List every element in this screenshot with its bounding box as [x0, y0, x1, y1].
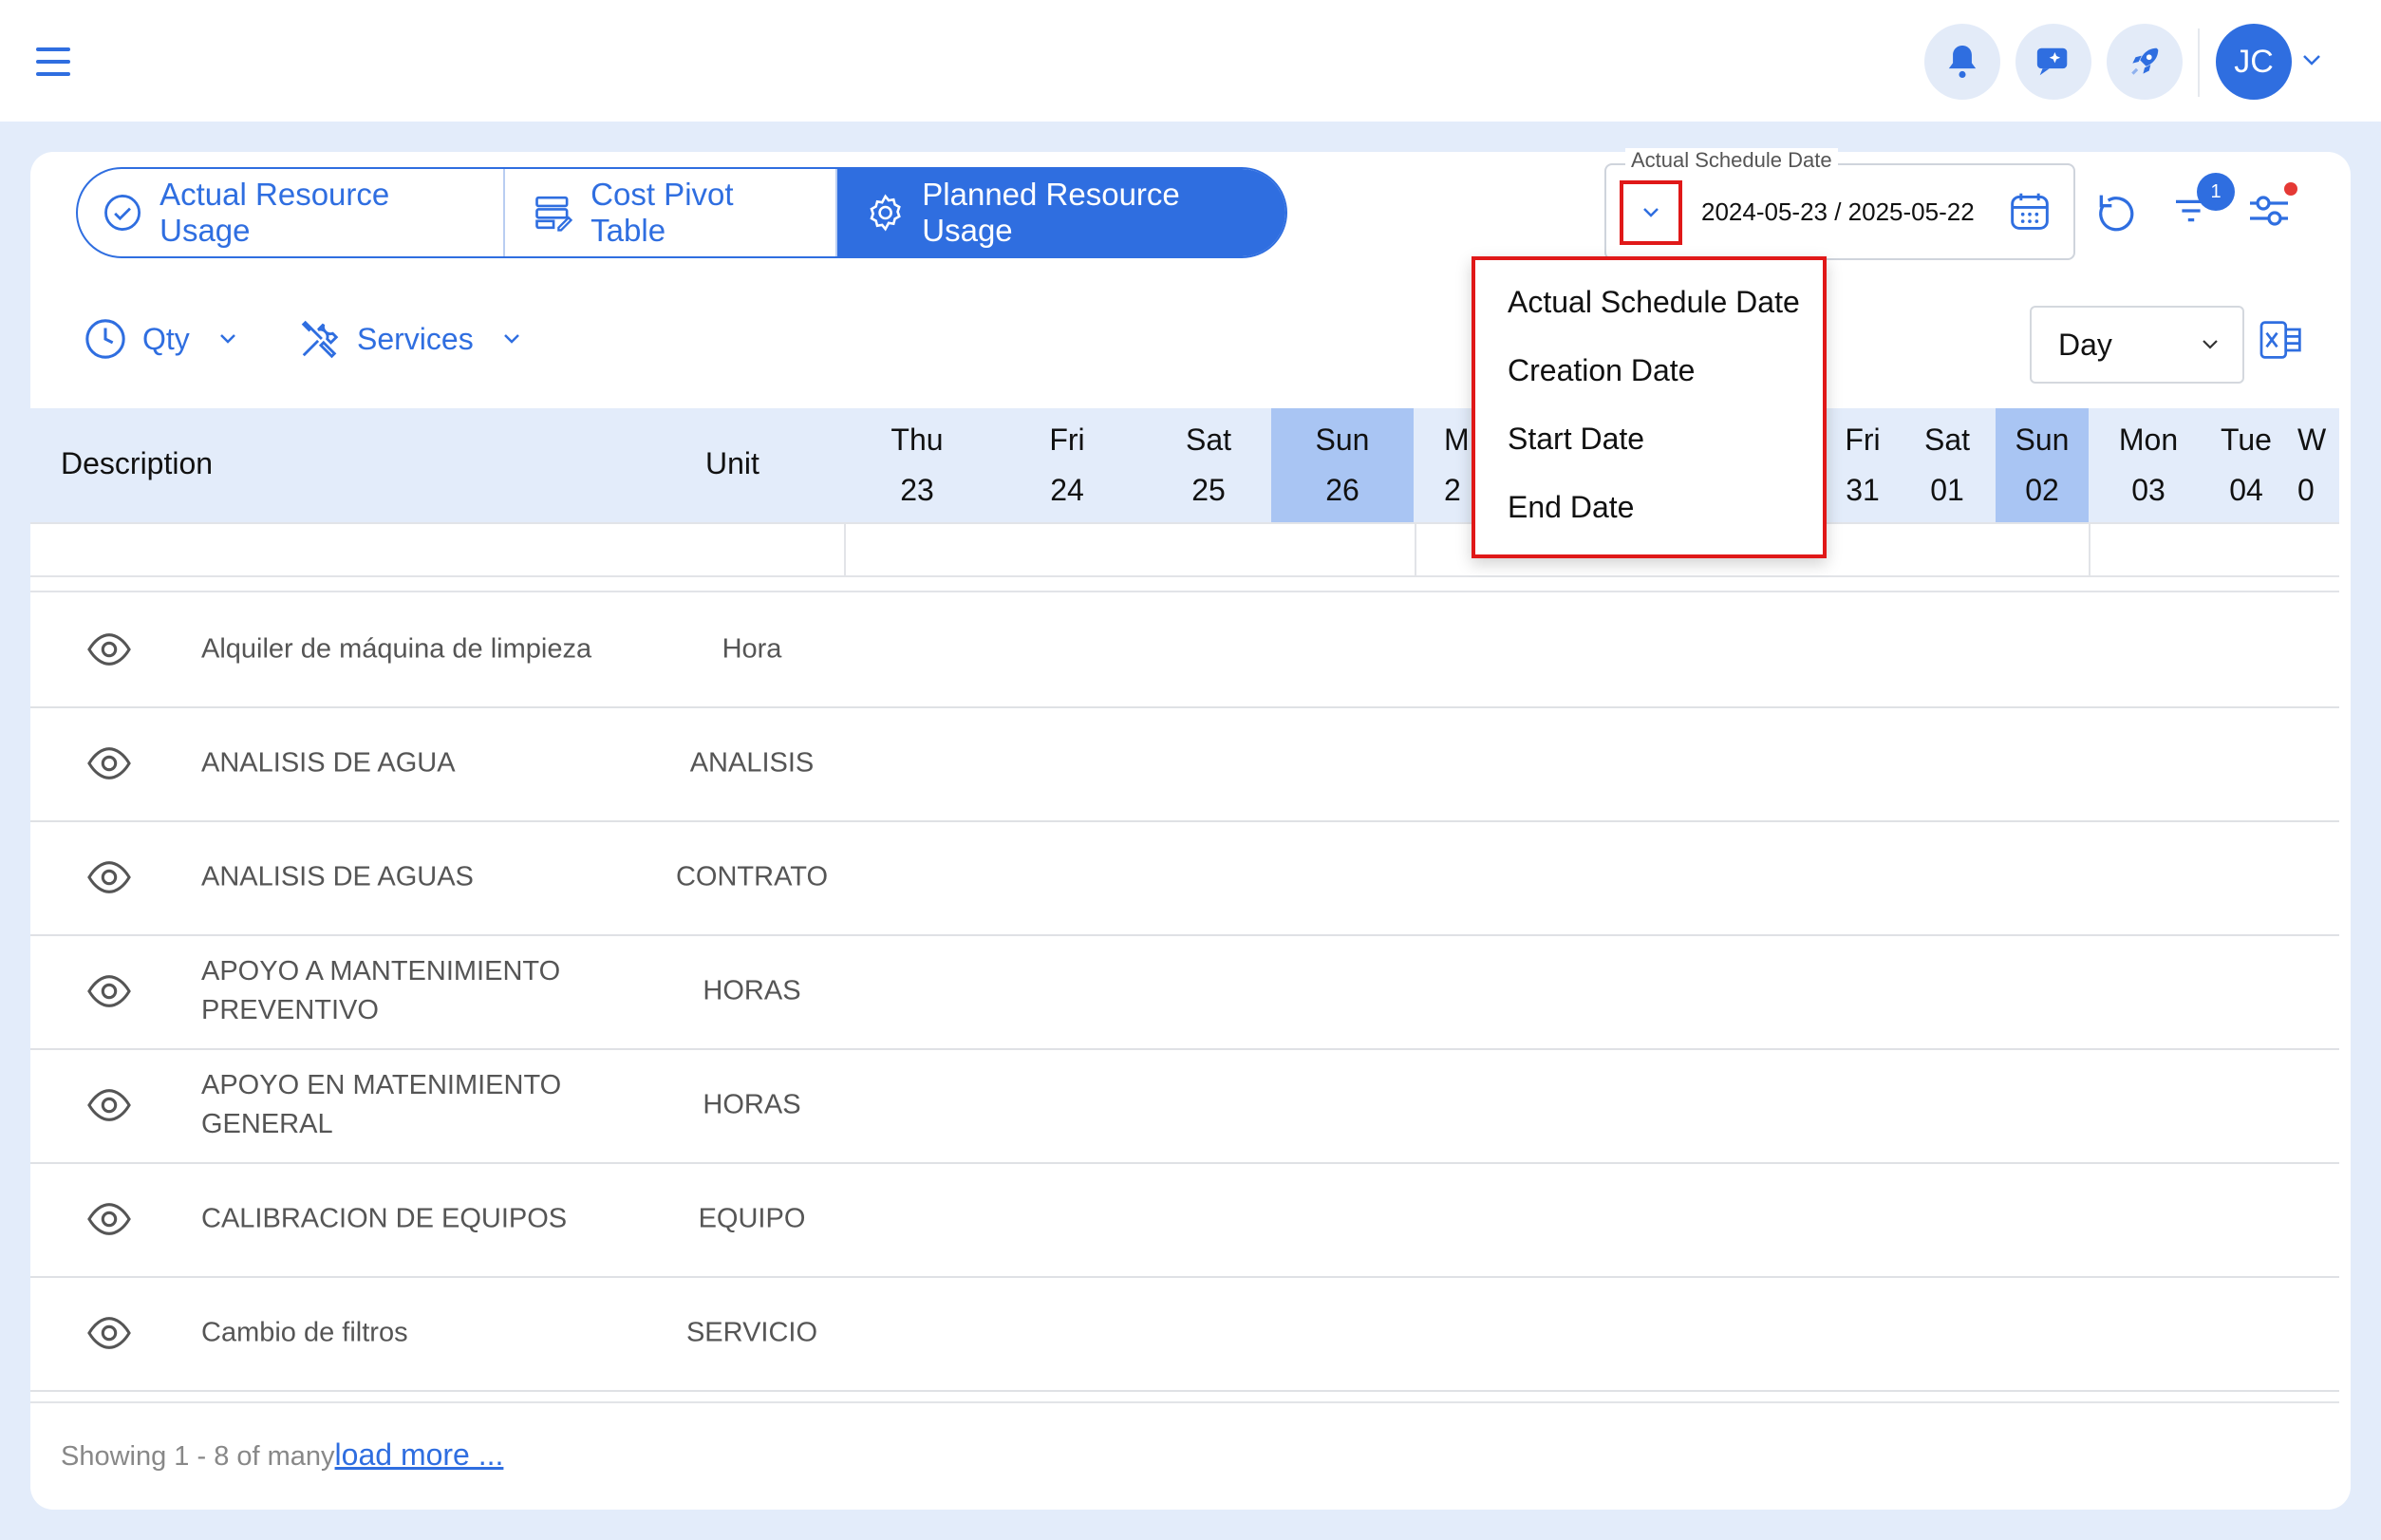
row-description: ANALISIS DE AGUA [201, 747, 456, 779]
check-circle-icon [104, 195, 141, 231]
divider [1415, 522, 1416, 577]
date-type-dropdown-button[interactable] [1620, 180, 1682, 245]
divider [2089, 522, 2090, 577]
bell-icon [1948, 46, 1977, 78]
day-column: W0 [2297, 423, 2327, 507]
table-row[interactable]: APOYO EN MATENIMIENTO GENERAL HORAS [30, 1048, 2339, 1164]
ai-chat-button[interactable] [2015, 24, 2091, 100]
eye-icon[interactable] [87, 1200, 131, 1238]
calendar-icon[interactable] [2009, 190, 2051, 234]
tab-actual-resource-usage[interactable]: Actual Resource Usage [78, 169, 505, 256]
row-description: APOYO A MANTENIMIENTO PREVENTIVO [201, 956, 561, 1025]
user-avatar[interactable]: JC [2216, 24, 2292, 100]
divider [30, 522, 2339, 524]
services-selector[interactable]: Services [298, 317, 521, 361]
day-column: Sat 01 [1923, 423, 1971, 507]
eye-icon[interactable] [87, 1314, 131, 1352]
menu-item-end-date[interactable]: End Date [1508, 490, 1634, 525]
row-description: Alquiler de máquina de limpieza [201, 633, 592, 665]
hamburger-menu-icon[interactable] [36, 47, 70, 76]
day-column: Fri 31 [1845, 423, 1881, 507]
menu-item-start-date[interactable]: Start Date [1508, 422, 1644, 457]
chevron-down-icon [1643, 208, 1659, 217]
table-edit-icon [535, 196, 573, 232]
day-column: Thu 23 [891, 423, 944, 507]
date-field-label: Actual Schedule Date [1625, 148, 1838, 173]
settings-sliders-icon[interactable] [2246, 188, 2292, 234]
rocket-icon [2131, 47, 2159, 75]
table-row[interactable]: ANALISIS DE AGUA ANALISIS [30, 706, 2339, 822]
qty-selector[interactable]: Qty [84, 317, 237, 361]
tools-icon [301, 320, 339, 359]
launch-button[interactable] [2107, 24, 2183, 100]
excel-export-icon[interactable] [2259, 319, 2305, 361]
chat-sparkle-icon [2036, 47, 2068, 76]
menu-item-creation-date[interactable]: Creation Date [1508, 353, 1695, 388]
table-row[interactable]: Cambio de filtros SERVICIO [30, 1276, 2339, 1392]
row-unit: HORAS [703, 1089, 801, 1120]
divider [844, 522, 846, 577]
showing-count: Showing 1 - 8 of many [61, 1441, 335, 1472]
tab-planned-resource-usage[interactable]: Planned Resource Usage [837, 169, 1285, 256]
notification-dot [2284, 182, 2297, 196]
column-header-unit[interactable]: Unit [705, 446, 759, 481]
row-unit: ANALISIS [689, 747, 815, 779]
row-unit: HORAS [703, 975, 801, 1006]
table-row[interactable]: ANALISIS DE AGUAS CONTRATO [30, 820, 2339, 936]
view-tabs: Actual Resource Usage Cost Pivot Table P… [76, 167, 1287, 258]
row-unit: EQUIPO [698, 1203, 806, 1234]
clock-icon [85, 319, 125, 359]
day-column: Mon 03 [2118, 423, 2179, 507]
filter-count-badge: 1 [2197, 173, 2235, 211]
row-unit: Hora [722, 633, 782, 665]
eye-icon[interactable] [87, 972, 131, 1010]
row-description: Cambio de filtros [201, 1317, 408, 1348]
gear-icon [870, 194, 901, 232]
chevron-down-icon [503, 334, 519, 344]
day-column: Sat 25 [1185, 423, 1232, 507]
divider [30, 575, 2339, 577]
eye-icon[interactable] [87, 1086, 131, 1124]
chevron-down-icon [2203, 340, 2218, 349]
day-column: Tue 04 [2221, 423, 2272, 507]
row-description: APOYO EN MATENIMIENTO GENERAL [201, 1070, 562, 1139]
divider [2198, 28, 2200, 97]
chevron-down-icon[interactable] [2301, 53, 2322, 66]
row-description: ANALISIS DE AGUAS [201, 861, 474, 892]
chevron-down-icon [219, 334, 235, 344]
row-unit: SERVICIO [685, 1317, 818, 1348]
notifications-button[interactable] [1924, 24, 2000, 100]
pagination-footer: Showing 1 - 8 of manyload more ... [61, 1437, 503, 1473]
day-column: Fri 24 [1049, 423, 1085, 507]
load-more-link[interactable]: load more ... [335, 1437, 504, 1472]
period-select[interactable]: Day [2030, 306, 2244, 384]
row-unit: CONTRATO [675, 861, 829, 892]
day-column-highlighted: Sun 26 [1271, 408, 1414, 522]
eye-icon[interactable] [87, 858, 131, 896]
eye-icon[interactable] [87, 744, 131, 782]
day-column-highlighted: Sun 02 [1996, 408, 2089, 522]
date-range-value: 2024-05-23 / 2025-05-22 [1701, 197, 1975, 226]
refresh-icon[interactable] [2094, 192, 2136, 234]
table-row[interactable]: CALIBRACION DE EQUIPOS EQUIPO [30, 1162, 2339, 1278]
menu-item-actual-schedule-date[interactable]: Actual Schedule Date [1508, 285, 1800, 320]
table-row[interactable]: Alquiler de máquina de limpieza Hora [30, 592, 2339, 708]
tab-cost-pivot-table[interactable]: Cost Pivot Table [505, 169, 837, 256]
table-row[interactable]: APOYO A MANTENIMIENTO PREVENTIVO HORAS [30, 934, 2339, 1050]
column-header-description[interactable]: Description [61, 446, 213, 481]
row-description: CALIBRACION DE EQUIPOS [201, 1203, 568, 1234]
eye-icon[interactable] [87, 630, 131, 668]
date-type-menu: Actual Schedule Date Creation Date Start… [1472, 256, 1827, 558]
divider [30, 1401, 2339, 1403]
